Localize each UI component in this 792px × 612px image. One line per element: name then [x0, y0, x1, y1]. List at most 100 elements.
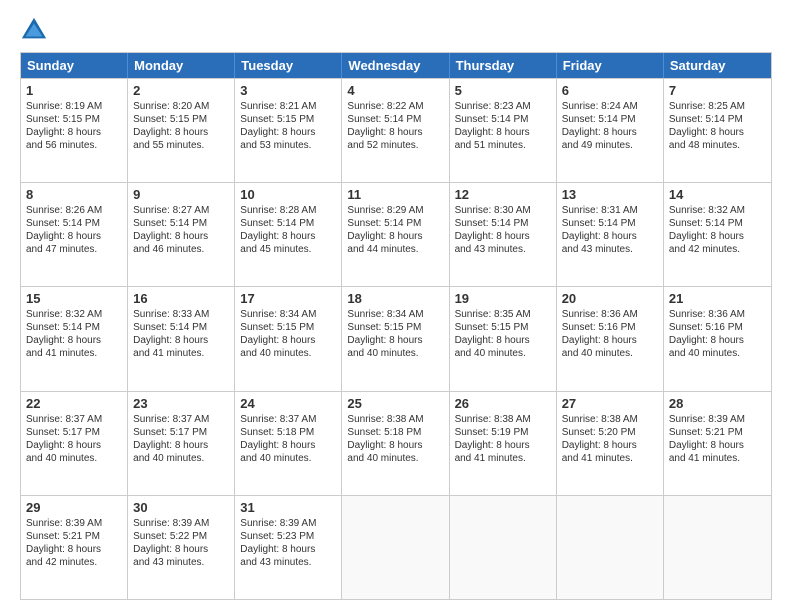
day-number: 19 [455, 291, 551, 306]
cell-line: and 45 minutes. [240, 243, 336, 256]
cell-line: and 55 minutes. [133, 139, 229, 152]
empty-cell-w4c5 [557, 496, 664, 599]
day-number: 28 [669, 396, 766, 411]
cell-line: Sunrise: 8:26 AM [26, 204, 122, 217]
cell-line: Sunrise: 8:34 AM [240, 308, 336, 321]
day-cell-7: 7Sunrise: 8:25 AMSunset: 5:14 PMDaylight… [664, 79, 771, 182]
cell-line: Daylight: 8 hours [26, 439, 122, 452]
cell-line: Daylight: 8 hours [455, 230, 551, 243]
day-cell-20: 20Sunrise: 8:36 AMSunset: 5:16 PMDayligh… [557, 287, 664, 390]
cell-line: Sunset: 5:15 PM [26, 113, 122, 126]
cell-line: Sunrise: 8:38 AM [562, 413, 658, 426]
cell-line: Daylight: 8 hours [133, 439, 229, 452]
cell-line: Sunset: 5:19 PM [455, 426, 551, 439]
cell-line: and 52 minutes. [347, 139, 443, 152]
cell-line: Sunset: 5:15 PM [455, 321, 551, 334]
cell-line: and 51 minutes. [455, 139, 551, 152]
day-number: 21 [669, 291, 766, 306]
cell-line: Sunrise: 8:39 AM [669, 413, 766, 426]
cell-line: and 40 minutes. [133, 452, 229, 465]
weekday-header-wednesday: Wednesday [342, 53, 449, 78]
cell-line: Sunset: 5:14 PM [455, 113, 551, 126]
cell-line: Sunrise: 8:27 AM [133, 204, 229, 217]
cell-line: Sunset: 5:21 PM [669, 426, 766, 439]
cell-line: Sunset: 5:20 PM [562, 426, 658, 439]
cell-line: Daylight: 8 hours [133, 126, 229, 139]
day-cell-2: 2Sunrise: 8:20 AMSunset: 5:15 PMDaylight… [128, 79, 235, 182]
cell-line: and 41 minutes. [669, 452, 766, 465]
cell-line: and 46 minutes. [133, 243, 229, 256]
calendar-row-2: 8Sunrise: 8:26 AMSunset: 5:14 PMDaylight… [21, 182, 771, 286]
day-number: 12 [455, 187, 551, 202]
cell-line: Sunrise: 8:39 AM [26, 517, 122, 530]
day-number: 31 [240, 500, 336, 515]
cell-line: and 47 minutes. [26, 243, 122, 256]
cell-line: Daylight: 8 hours [133, 334, 229, 347]
cell-line: Sunset: 5:17 PM [133, 426, 229, 439]
cell-line: Sunrise: 8:23 AM [455, 100, 551, 113]
day-number: 7 [669, 83, 766, 98]
cell-line: and 43 minutes. [455, 243, 551, 256]
cell-line: Sunset: 5:14 PM [26, 217, 122, 230]
cell-line: Daylight: 8 hours [347, 126, 443, 139]
cell-line: Sunset: 5:16 PM [562, 321, 658, 334]
cell-line: Sunrise: 8:19 AM [26, 100, 122, 113]
cell-line: Sunrise: 8:34 AM [347, 308, 443, 321]
weekday-header-sunday: Sunday [21, 53, 128, 78]
day-cell-25: 25Sunrise: 8:38 AMSunset: 5:18 PMDayligh… [342, 392, 449, 495]
header [20, 16, 772, 44]
cell-line: Daylight: 8 hours [562, 230, 658, 243]
cell-line: Daylight: 8 hours [26, 334, 122, 347]
day-cell-1: 1Sunrise: 8:19 AMSunset: 5:15 PMDaylight… [21, 79, 128, 182]
cell-line: and 41 minutes. [133, 347, 229, 360]
calendar-header: SundayMondayTuesdayWednesdayThursdayFrid… [21, 53, 771, 78]
day-cell-27: 27Sunrise: 8:38 AMSunset: 5:20 PMDayligh… [557, 392, 664, 495]
day-cell-12: 12Sunrise: 8:30 AMSunset: 5:14 PMDayligh… [450, 183, 557, 286]
cell-line: Sunset: 5:14 PM [240, 217, 336, 230]
cell-line: Sunrise: 8:28 AM [240, 204, 336, 217]
day-cell-13: 13Sunrise: 8:31 AMSunset: 5:14 PMDayligh… [557, 183, 664, 286]
calendar: SundayMondayTuesdayWednesdayThursdayFrid… [20, 52, 772, 600]
calendar-row-3: 15Sunrise: 8:32 AMSunset: 5:14 PMDayligh… [21, 286, 771, 390]
day-number: 13 [562, 187, 658, 202]
cell-line: Sunrise: 8:39 AM [133, 517, 229, 530]
logo [20, 16, 52, 44]
day-number: 2 [133, 83, 229, 98]
cell-line: and 40 minutes. [240, 452, 336, 465]
cell-line: Daylight: 8 hours [455, 126, 551, 139]
day-number: 4 [347, 83, 443, 98]
day-cell-14: 14Sunrise: 8:32 AMSunset: 5:14 PMDayligh… [664, 183, 771, 286]
cell-line: Sunrise: 8:39 AM [240, 517, 336, 530]
cell-line: Sunrise: 8:32 AM [669, 204, 766, 217]
cell-line: and 41 minutes. [455, 452, 551, 465]
cell-line: Sunset: 5:14 PM [669, 113, 766, 126]
day-number: 10 [240, 187, 336, 202]
day-number: 25 [347, 396, 443, 411]
cell-line: Sunset: 5:15 PM [347, 321, 443, 334]
day-cell-3: 3Sunrise: 8:21 AMSunset: 5:15 PMDaylight… [235, 79, 342, 182]
day-cell-23: 23Sunrise: 8:37 AMSunset: 5:17 PMDayligh… [128, 392, 235, 495]
calendar-row-4: 22Sunrise: 8:37 AMSunset: 5:17 PMDayligh… [21, 391, 771, 495]
cell-line: Sunrise: 8:38 AM [347, 413, 443, 426]
day-cell-22: 22Sunrise: 8:37 AMSunset: 5:17 PMDayligh… [21, 392, 128, 495]
cell-line: Sunrise: 8:20 AM [133, 100, 229, 113]
day-cell-28: 28Sunrise: 8:39 AMSunset: 5:21 PMDayligh… [664, 392, 771, 495]
cell-line: Daylight: 8 hours [455, 439, 551, 452]
cell-line: Sunrise: 8:35 AM [455, 308, 551, 321]
day-number: 26 [455, 396, 551, 411]
cell-line: Sunrise: 8:31 AM [562, 204, 658, 217]
cell-line: and 43 minutes. [240, 556, 336, 569]
cell-line: and 40 minutes. [562, 347, 658, 360]
cell-line: and 43 minutes. [133, 556, 229, 569]
cell-line: Sunrise: 8:33 AM [133, 308, 229, 321]
cell-line: Sunset: 5:14 PM [347, 113, 443, 126]
calendar-row-5: 29Sunrise: 8:39 AMSunset: 5:21 PMDayligh… [21, 495, 771, 599]
weekday-header-friday: Friday [557, 53, 664, 78]
cell-line: and 40 minutes. [347, 452, 443, 465]
empty-cell-w4c4 [450, 496, 557, 599]
cell-line: Daylight: 8 hours [26, 126, 122, 139]
day-cell-16: 16Sunrise: 8:33 AMSunset: 5:14 PMDayligh… [128, 287, 235, 390]
cell-line: Daylight: 8 hours [240, 439, 336, 452]
logo-icon [20, 16, 48, 44]
day-cell-24: 24Sunrise: 8:37 AMSunset: 5:18 PMDayligh… [235, 392, 342, 495]
